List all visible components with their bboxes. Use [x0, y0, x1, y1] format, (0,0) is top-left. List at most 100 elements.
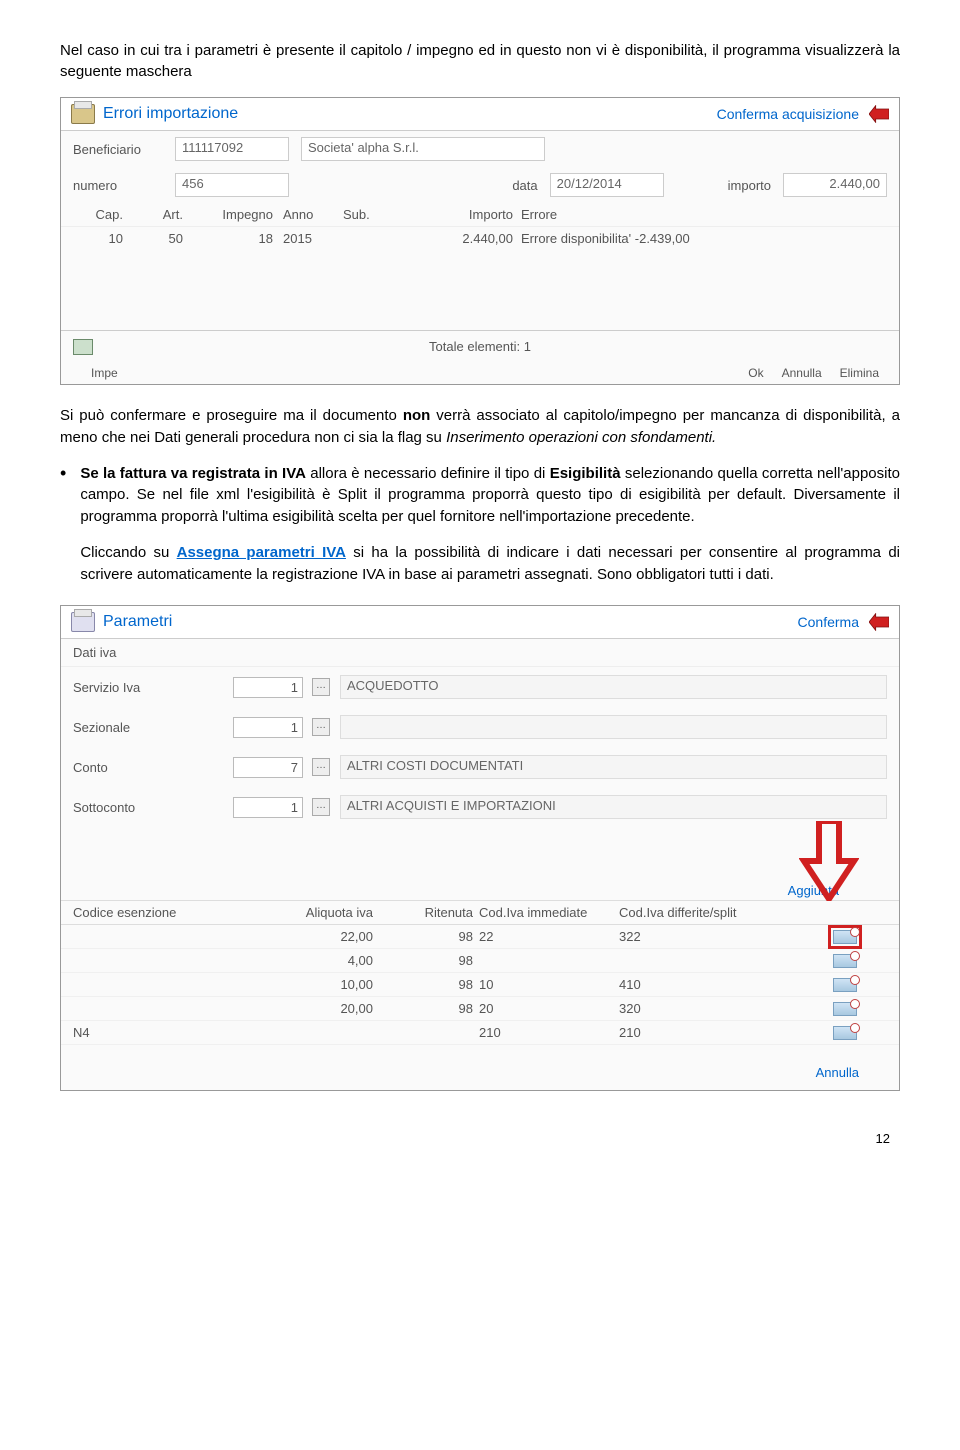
iva-table-row[interactable]: 22,009822322: [61, 925, 899, 949]
cell-aliquota: 20,00: [233, 1001, 393, 1016]
elimina-label: Elimina: [840, 366, 879, 380]
param-code-field[interactable]: 1: [233, 797, 303, 818]
export-icon[interactable]: [73, 339, 93, 355]
window-icon: [71, 104, 95, 124]
annulla-link[interactable]: Annulla: [816, 1065, 859, 1080]
cell-ritenuta: 98: [393, 929, 479, 944]
col-errore: Errore: [521, 207, 887, 222]
window-title: Parametri: [103, 613, 172, 631]
param-desc-field: ALTRI ACQUISTI E IMPORTAZIONI: [340, 795, 887, 819]
conferma-acquisizione-link[interactable]: Conferma acquisizione: [717, 106, 859, 122]
col-cod-iva-differite: Cod.Iva differite/split: [619, 905, 779, 920]
param-desc-field: [340, 715, 887, 739]
numero-data-importo-row: numero 456 data 20/12/2014 importo 2.440…: [61, 167, 899, 203]
cell-cod-immediate: 10: [479, 977, 619, 992]
cell-cod-differite: 210: [619, 1025, 779, 1040]
col-impegno: Impegno: [193, 207, 283, 222]
impe-label: Impe: [81, 366, 118, 380]
cell-impegno: 18: [193, 231, 283, 246]
row-action-icon[interactable]: [833, 954, 857, 968]
param-label: Sezionale: [73, 720, 223, 735]
cell-cod-immediate: 20: [479, 1001, 619, 1016]
importo-label: importo: [728, 178, 771, 193]
row-action-icon[interactable]: [833, 1002, 857, 1016]
cell-errore: Errore disponibilita' -2.439,00: [521, 231, 887, 246]
param-row: Conto 7 … ALTRI COSTI DOCUMENTATI: [61, 747, 899, 787]
col-anno: Anno: [283, 207, 343, 222]
dati-iva-section: Dati iva: [61, 639, 899, 667]
back-arrow-icon[interactable]: [869, 613, 889, 631]
iva-table-row[interactable]: 10,009810410: [61, 973, 899, 997]
aggiunta-row: Aggiunta: [61, 877, 899, 900]
numero-label: numero: [73, 178, 163, 193]
intro-paragraph: Nel caso in cui tra i parametri è presen…: [60, 40, 900, 82]
numero-field[interactable]: 456: [175, 173, 289, 197]
iva-table-row[interactable]: 4,0098: [61, 949, 899, 973]
assegna-parametri-iva-link[interactable]: Assegna parametri IVA: [177, 544, 346, 561]
param-desc-field: ALTRI COSTI DOCUMENTATI: [340, 755, 887, 779]
cell-aliquota: 10,00: [233, 977, 393, 992]
totale-elementi: Totale elementi: 1: [429, 339, 531, 354]
row-action-icon[interactable]: [833, 1026, 857, 1040]
param-row: Servizio Iva1…ACQUEDOTTO: [61, 667, 899, 707]
lookup-button[interactable]: …: [312, 758, 330, 776]
importo-field[interactable]: 2.440,00: [783, 173, 887, 197]
cell-aliquota: 22,00: [233, 929, 393, 944]
beneficiario-code-field[interactable]: 111117092: [175, 137, 289, 161]
param-row: Sezionale 1 …: [61, 707, 899, 747]
page-number: 12: [60, 1131, 900, 1146]
cell-cod-differite: 320: [619, 1001, 779, 1016]
iva-table-row[interactable]: 20,009820320: [61, 997, 899, 1021]
window-title: Errori importazione: [103, 105, 238, 123]
data-label: data: [512, 178, 537, 193]
titlebar: Parametri Conferma: [61, 606, 899, 639]
cell-importo: 2.440,00: [403, 231, 521, 246]
parametri-window: Parametri Conferma Dati iva Servizio Iva…: [60, 605, 900, 1091]
cell-codice-esenzione: N4: [73, 1025, 233, 1040]
param-label: Conto: [73, 760, 223, 775]
param-label: Sottoconto: [73, 800, 223, 815]
cell-sub: [343, 231, 403, 246]
col-cap: Cap.: [73, 207, 133, 222]
cell-cod-differite: 322: [619, 929, 779, 944]
red-arrow-annotation: [799, 821, 859, 901]
col-importo: Importo: [403, 207, 521, 222]
lookup-button[interactable]: …: [312, 678, 330, 696]
lookup-button[interactable]: …: [312, 798, 330, 816]
annulla-label: Annulla: [782, 366, 822, 380]
bullet-icon: •: [60, 463, 66, 586]
errori-importazione-window: Errori importazione Conferma acquisizion…: [60, 97, 900, 385]
row-action-icon[interactable]: [833, 978, 857, 992]
col-aliquota-iva: Aliquota iva: [233, 905, 393, 920]
param-row: Sottoconto 1 … ALTRI ACQUISTI E IMPORTAZION…: [61, 787, 899, 827]
conferma-link[interactable]: Conferma: [798, 614, 859, 630]
cell-cod-differite: 410: [619, 977, 779, 992]
cell-ritenuta: 98: [393, 977, 479, 992]
iva-table-row[interactable]: N4210210: [61, 1021, 899, 1045]
cell-aliquota: 4,00: [233, 953, 393, 968]
param-desc-field: ACQUEDOTTO: [340, 675, 887, 699]
bullet-item: • Se la fattura va registrata in IVA all…: [60, 463, 900, 586]
col-sub: Sub.: [343, 207, 403, 222]
cell-cod-immediate: 22: [479, 929, 619, 944]
param-code-field[interactable]: 1: [233, 677, 303, 698]
cell-ritenuta: 98: [393, 1001, 479, 1016]
beneficiario-name-field[interactable]: Societa' alpha S.r.l.: [301, 137, 545, 161]
back-arrow-icon[interactable]: [869, 105, 889, 123]
data-field[interactable]: 20/12/2014: [550, 173, 664, 197]
param-code-field[interactable]: 1: [233, 717, 303, 738]
table-row[interactable]: 10 50 18 2015 2.440,00 Errore disponibil…: [61, 227, 899, 250]
cell-cap: 10: [73, 231, 133, 246]
paragraph-1: Si può confermare e proseguire ma il doc…: [60, 405, 900, 449]
beneficiario-row: Beneficiario 111117092 Societa' alpha S.…: [61, 131, 899, 167]
cell-art: 50: [133, 231, 193, 246]
table-header: Cap. Art. Impegno Anno Sub. Importo Erro…: [61, 203, 899, 227]
iva-table-header: Codice esenzione Aliquota iva Ritenuta C…: [61, 900, 899, 925]
row-action-icon[interactable]: [833, 930, 857, 944]
param-code-field[interactable]: 7: [233, 757, 303, 778]
beneficiario-label: Beneficiario: [73, 142, 163, 157]
col-ritenuta: Ritenuta: [393, 905, 479, 920]
lookup-button[interactable]: …: [312, 718, 330, 736]
cell-ritenuta: 98: [393, 953, 479, 968]
window-icon: [71, 612, 95, 632]
